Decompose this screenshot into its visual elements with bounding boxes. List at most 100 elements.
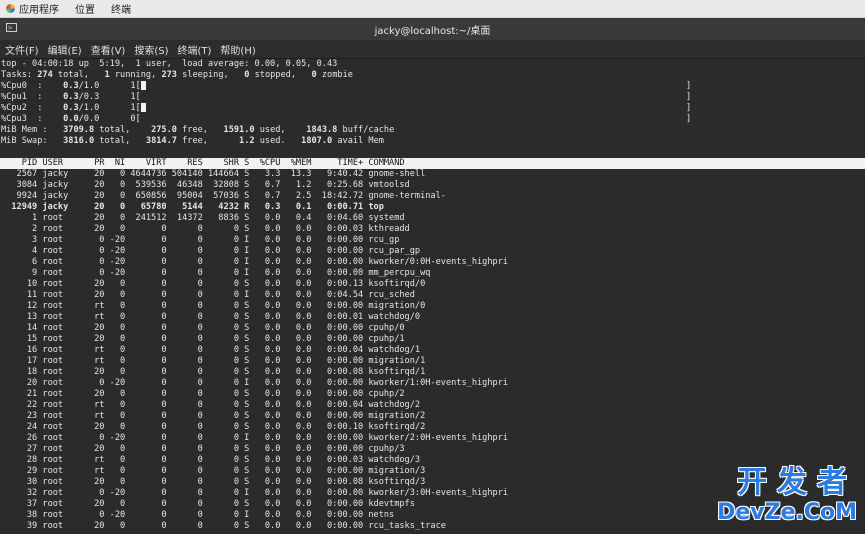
menu-help[interactable]: 帮助(H) [220,42,255,57]
applications-menu[interactable]: 应用程序 [6,1,59,16]
cpu3-label: %Cpu3 : [1,114,64,124]
watermark-en: DevZe.CoM [717,500,857,525]
table-row: 12949 jacky 20 0 65780 5144 4232 R 0.3 0… [1,202,384,212]
table-row: 9924 jacky 20 0 650856 95004 57036 S 0.7… [1,191,446,201]
cpu2-meter-end: ] [686,103,692,113]
swap-used: 1.2 [239,136,255,146]
cpu1-meter: /0.3 1[ [78,92,141,102]
table-row: 26 root 0 -20 0 0 0 I 0.0 0.0 0:00.00 kw… [1,433,509,443]
cpu0-bar [140,81,146,90]
window-titlebar: >_ jacky@localhost:~/桌面 [0,18,865,40]
table-row: 20 root 0 -20 0 0 0 I 0.0 0.0 0:00.00 kw… [1,378,509,388]
mem-used: 1591.0 [223,125,255,135]
menu-view[interactable]: 查看(V) [91,42,126,57]
cpu0-label: %Cpu0 : [1,81,64,91]
cpu0-meter-end: ] [686,81,692,91]
menu-edit[interactable]: 编辑(E) [48,42,82,57]
table-row: 3 root 0 -20 0 0 0 I 0.0 0.0 0:00.00 rcu… [1,235,400,245]
table-row: 10 root 20 0 0 0 0 S 0.0 0.0 0:00.13 kso… [1,279,426,289]
table-row: 17 root rt 0 0 0 0 S 0.0 0.0 0:00.00 mig… [1,356,426,366]
terminal-output[interactable]: top - 04:00:18 up 5:19, 1 user, load ave… [0,59,865,534]
tasks-total-label: total, [52,70,105,80]
mem-free: 275.0 [151,125,177,135]
cpu1-meter-end: ] [686,92,692,102]
tasks-stopped-label: stopped, [249,70,312,80]
cpu2-value: 0.3 [63,103,79,113]
table-row: 18 root 20 0 0 0 0 S 0.0 0.0 0:00.08 kso… [1,367,426,377]
swap-total-label: total, [94,136,146,146]
mem-buffcache-label: buff/cache [337,125,395,135]
mem-used-label: used, [254,125,307,135]
window-title: jacky@localhost:~/桌面 [374,25,491,37]
table-row: 23 root rt 0 0 0 0 S 0.0 0.0 0:00.00 mig… [1,411,426,421]
table-row: 14 root 20 0 0 0 0 S 0.0 0.0 0:00.00 cpu… [1,323,405,333]
mem-free-label: free, [176,125,224,135]
table-row: 9 root 0 -20 0 0 0 I 0.0 0.0 0:00.00 mm_… [1,268,431,278]
swap-free: 3814.7 [145,136,177,146]
tasks-running-label: running, [109,70,162,80]
swap-free-label: free, [176,136,240,146]
menu-search[interactable]: 搜索(S) [134,42,168,57]
places-menu[interactable]: 位置 [75,1,95,16]
cpu3-meter: /0.0 0[ [78,114,141,124]
cpu1-label: %Cpu1 : [1,92,64,102]
process-table-header: PID USER PR NI VIRT RES SHR S %CPU %MEM … [0,158,865,169]
swap-used-label: used. [254,136,302,146]
tasks-sleeping-label: sleeping, [176,70,245,80]
cpu3-meter-end: ] [686,114,692,124]
tasks-zombie-label: zombie [316,70,353,80]
tasks-sleeping: 273 [161,70,177,80]
terminal-menubar: 文件(F) 编辑(E) 查看(V) 搜索(S) 终端(T) 帮助(H) [0,40,865,59]
top-uptime-line: top - 04:00:18 up 5:19, 1 user, load ave… [1,59,338,69]
cpu3-value: 0.0 [63,114,79,124]
menu-file[interactable]: 文件(F) [5,42,39,57]
table-row: 27 root 20 0 0 0 0 S 0.0 0.0 0:00.00 cpu… [1,444,405,454]
cpu2-bar [140,103,146,112]
table-row: 13 root rt 0 0 0 0 S 0.0 0.0 0:00.01 wat… [1,312,421,322]
table-row: 15 root 20 0 0 0 0 S 0.0 0.0 0:00.00 cpu… [1,334,405,344]
cpu2-meter: /1.0 1[ [78,103,141,113]
cpu0-value: 0.3 [63,81,79,91]
cpu2-line: %Cpu2 : 0.3/1.0 1[] [0,103,865,114]
swap-label: MiB Swap: [1,136,64,146]
swap-avail: 1807.0 [301,136,333,146]
swap-avail-label: avail Mem [332,136,384,146]
swap-line: MiB Swap: 3816.0 total, 3814.7 free, 1.2… [0,136,865,147]
mem-line: MiB Mem : 3709.8 total, 275.0 free, 1591… [0,125,865,136]
table-row: 2567 jacky 20 0 4644736 504140 144664 S … [1,169,426,179]
applications-label: 应用程序 [19,5,59,16]
table-row: 6 root 0 -20 0 0 0 I 0.0 0.0 0:00.00 kwo… [1,257,509,267]
table-row: 28 root rt 0 0 0 0 S 0.0 0.0 0:00.03 wat… [1,455,421,465]
table-row: 24 root 20 0 0 0 0 S 0.0 0.0 0:00.10 kso… [1,422,426,432]
tasks-total: 274 [37,70,53,80]
tasks-label: Tasks: [1,70,38,80]
cpu2-label: %Cpu2 : [1,103,64,113]
table-row: 2 root 20 0 0 0 0 S 0.0 0.0 0:00.03 kthr… [1,224,410,234]
cpu1-value: 0.3 [63,92,79,102]
menu-terminal[interactable]: 终端(T) [178,42,212,57]
applications-icon [6,4,15,13]
table-row: 22 root rt 0 0 0 0 S 0.0 0.0 0:00.04 wat… [1,400,421,410]
tasks-line: Tasks: 274 total, 1 running, 273 sleepin… [0,70,865,81]
table-row: 1 root 20 0 241512 14372 8836 S 0.0 0.4 … [1,213,405,223]
terminal-icon: >_ [6,23,17,32]
gnome-top-bar: 应用程序 位置 终端 [0,0,865,18]
mem-label: MiB Mem : [1,125,64,135]
cpu0-line: %Cpu0 : 0.3/1.0 1[] [0,81,865,92]
cpu0-meter: /1.0 1[ [78,81,141,91]
table-row: 12 root rt 0 0 0 0 S 0.0 0.0 0:00.00 mig… [1,301,426,311]
mem-buffcache: 1843.8 [306,125,338,135]
table-row: 3084 jacky 20 0 539536 46348 32808 S 0.7… [1,180,410,190]
cpu3-line: %Cpu3 : 0.0/0.0 0[] [0,114,865,125]
swap-total: 3816.0 [63,136,95,146]
table-row: 21 root 20 0 0 0 0 S 0.0 0.0 0:00.00 cpu… [1,389,405,399]
site-watermark: 开发者 DevZe.CoM [707,466,857,528]
table-row: 4 root 0 -20 0 0 0 I 0.0 0.0 0:00.00 rcu… [1,246,421,256]
cpu1-line: %Cpu1 : 0.3/0.3 1[] [0,92,865,103]
table-row: 11 root 20 0 0 0 0 I 0.0 0.0 0:04.54 rcu… [1,290,415,300]
table-row: 16 root rt 0 0 0 0 S 0.0 0.0 0:00.04 wat… [1,345,421,355]
mem-total: 3709.8 [63,125,95,135]
watermark-cn: 开发者 [737,465,857,500]
terminal-menu[interactable]: 终端 [111,1,131,16]
